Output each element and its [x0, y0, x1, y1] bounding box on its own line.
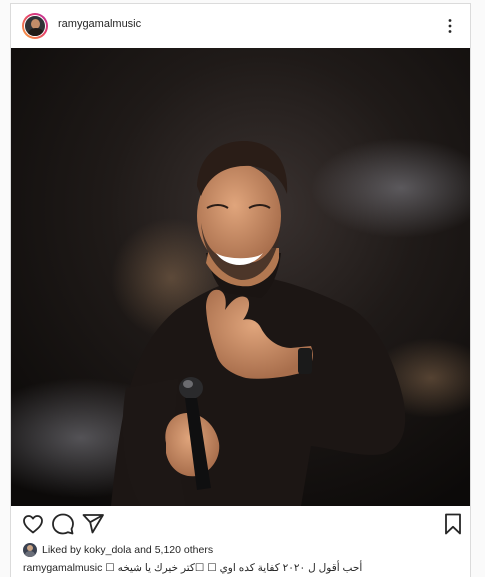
caption-text: أحب أقول ل ٢٠٢٠ كفاية كده اوي ☐ ☐كتر خير…	[105, 562, 363, 574]
send-icon[interactable]	[81, 512, 105, 536]
post-card: ramygamalmusic Liked by koky_dola and 5,…	[10, 3, 471, 577]
liker-avatar[interactable]	[23, 543, 37, 557]
post-username[interactable]: ramygamalmusic	[58, 18, 141, 30]
bookmark-icon[interactable]	[441, 512, 465, 536]
liker-username[interactable]: koky_dola	[84, 544, 131, 556]
likes-middle: and	[134, 544, 152, 556]
avatar-image	[24, 15, 46, 37]
comment-icon[interactable]	[51, 512, 75, 536]
caption-username[interactable]: ramygamalmusic	[23, 562, 102, 574]
likes-prefix: Liked by	[42, 544, 82, 556]
likes-text: Liked by koky_dola and 5,120 others	[42, 544, 213, 556]
more-horizontal-icon[interactable]	[442, 18, 458, 34]
photo-illustration	[11, 48, 470, 506]
likes-count[interactable]: 5,120 others	[155, 544, 213, 556]
post-caption: ramygamalmusic أحب أقول ل ٢٠٢٠ كفاية كده…	[23, 562, 362, 574]
post-header: ramygamalmusic	[11, 4, 470, 48]
profile-avatar[interactable]	[22, 13, 48, 39]
heart-icon[interactable]	[21, 512, 45, 536]
post-actions	[11, 512, 470, 540]
post-photo[interactable]	[11, 48, 470, 506]
